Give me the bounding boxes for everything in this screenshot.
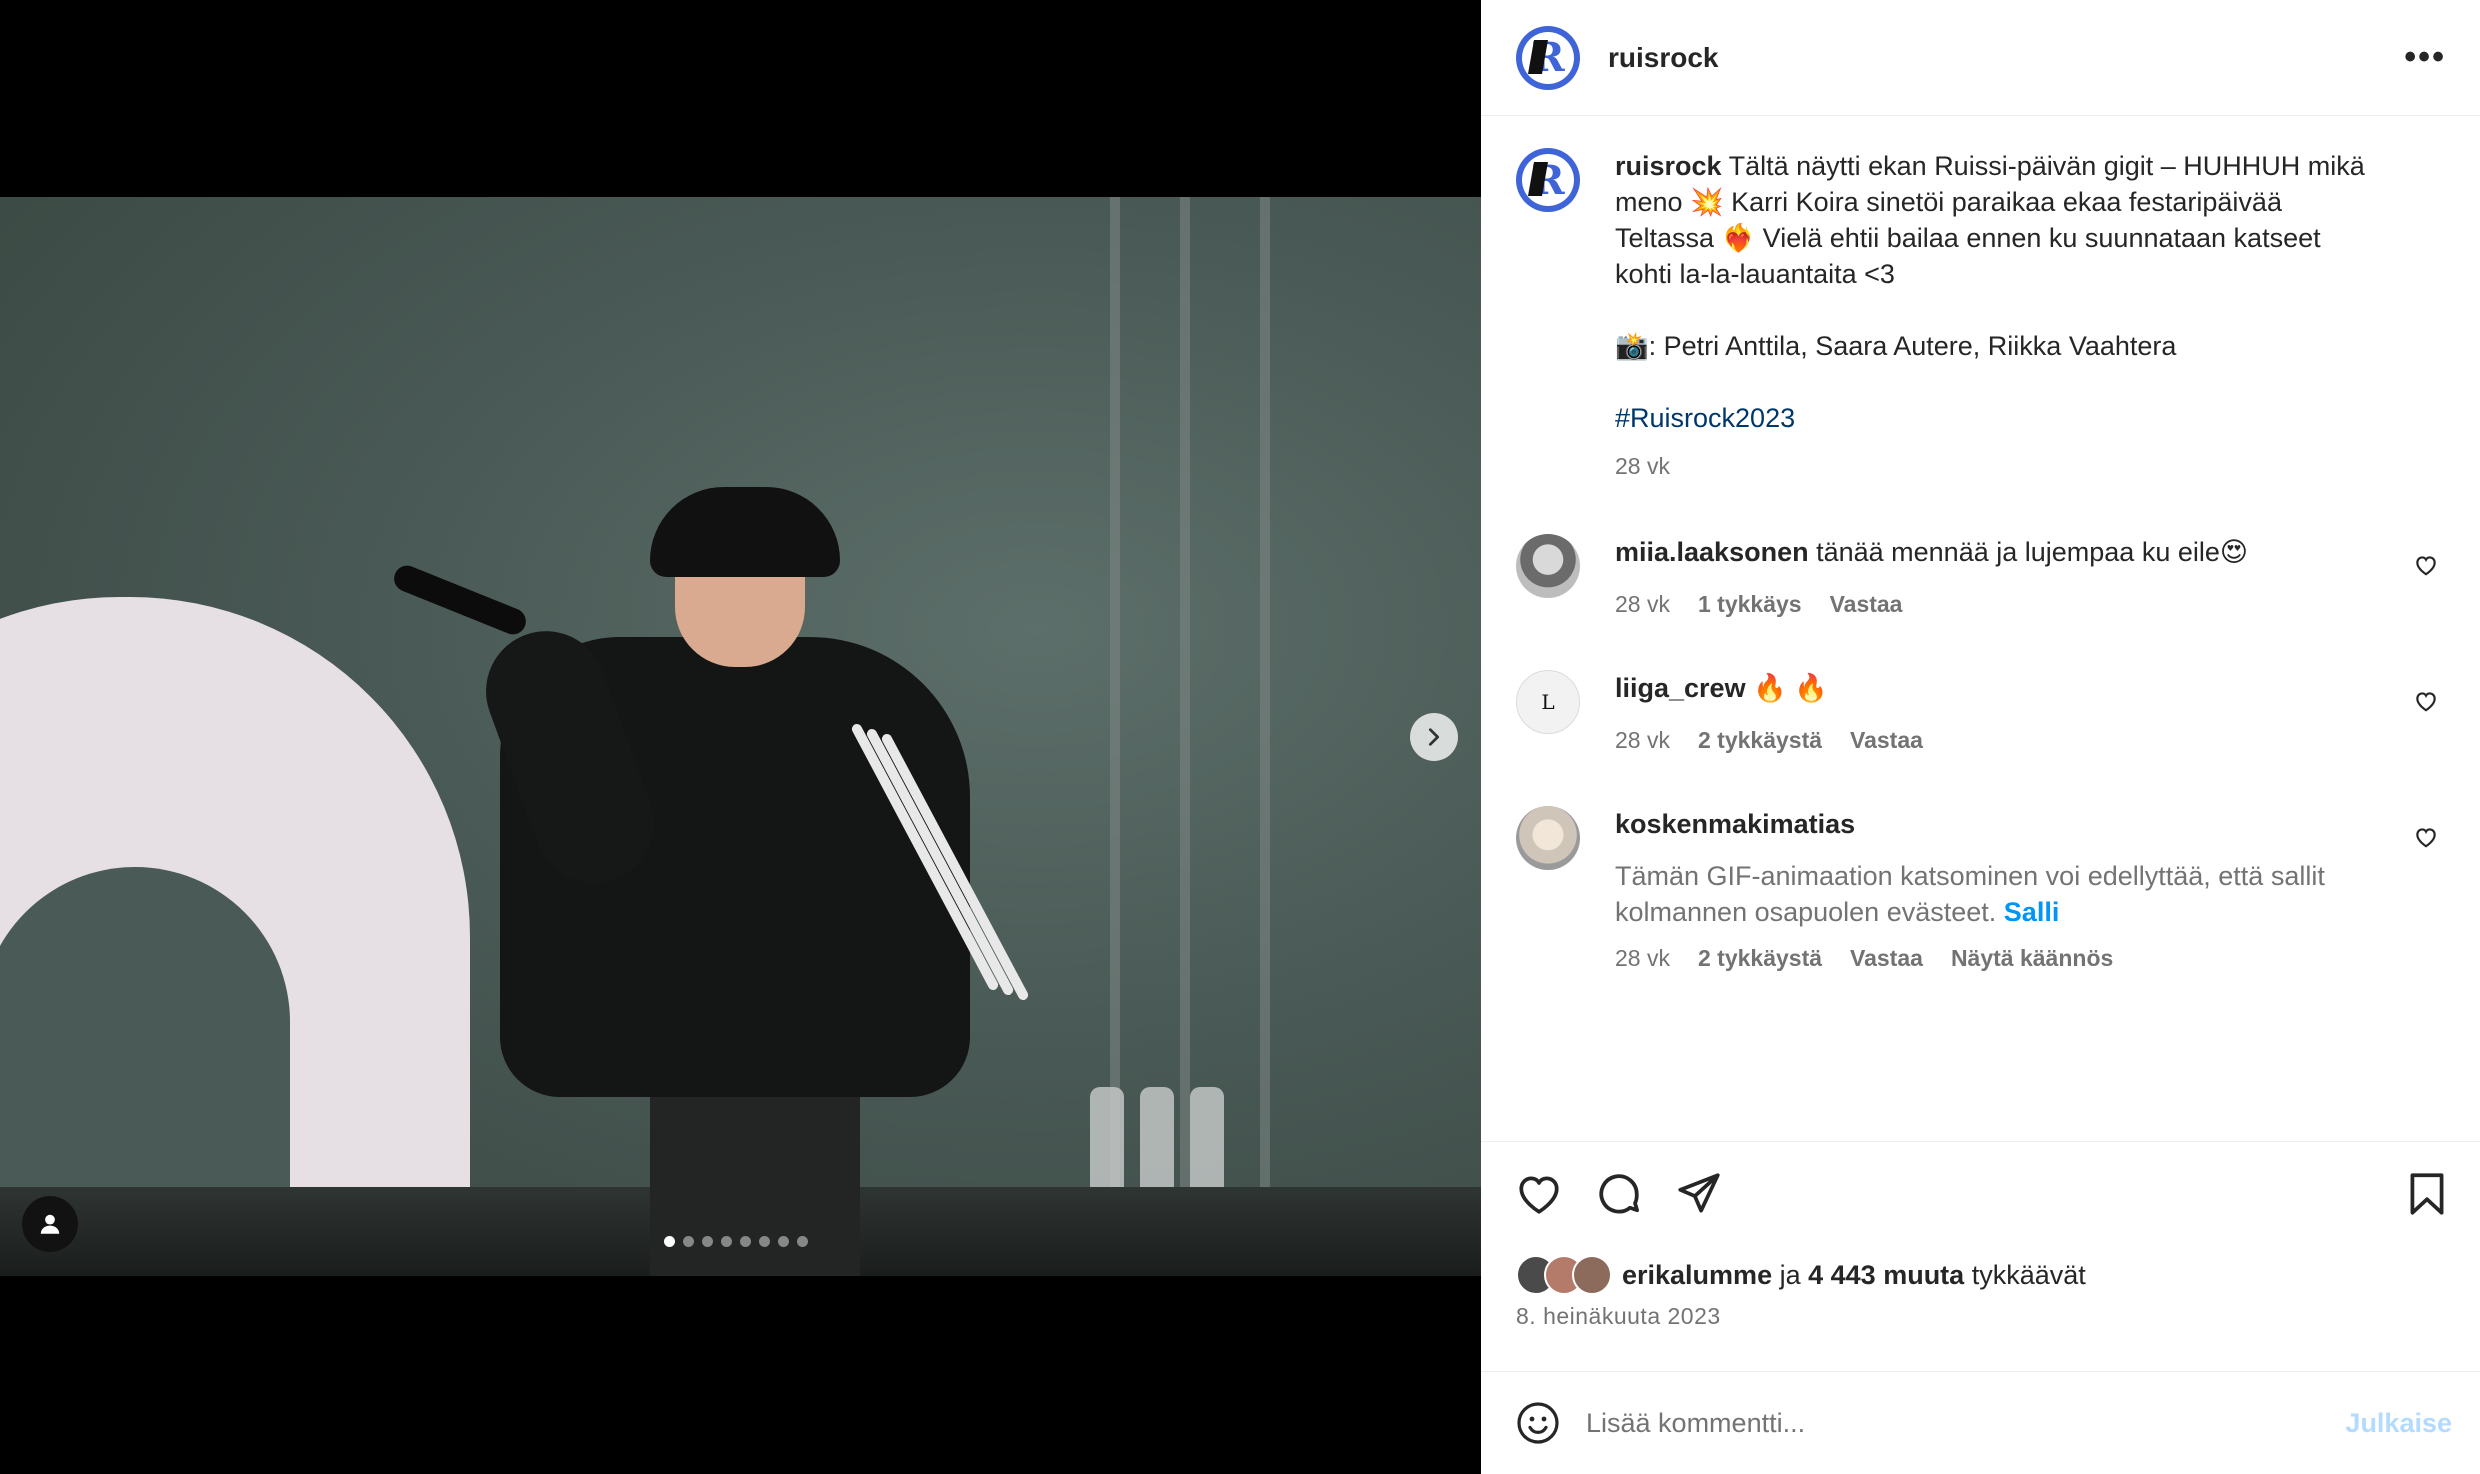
comment: koskenmakimatias Tämän GIF-animaation ka… (1516, 806, 2445, 976)
caption-text: kohti la-la-lauantaita <3 (1615, 259, 1895, 289)
carousel-dot (759, 1236, 770, 1247)
author-username[interactable]: ruisrock (1608, 42, 2404, 74)
comment-username[interactable]: miia.laaksonen (1615, 537, 1809, 567)
commenter-avatar[interactable] (1516, 806, 1580, 870)
hashtag-link[interactable]: #Ruisrock2023 (1615, 400, 2415, 436)
commenter-avatar[interactable] (1516, 534, 1580, 598)
post-media (0, 0, 1481, 1474)
caption-text: Teltassa ❤️‍🔥 Vielä ehtii bailaa ennen k… (1615, 223, 2321, 253)
likes-suffix: tykkäävät (1964, 1259, 2086, 1290)
publish-button[interactable]: Julkaise (2345, 1408, 2452, 1439)
more-options-icon[interactable]: ••• (2404, 38, 2446, 77)
comment-text: 🔥 🔥 (1745, 673, 1828, 703)
comment-likes[interactable]: 2 tykkäystä (1698, 945, 1822, 971)
emoji-icon[interactable] (1514, 1399, 1562, 1447)
allow-cookies-link[interactable]: Salli (2004, 897, 2060, 927)
likes-summary: erikalumme ja 4 443 muuta tykkäävät (1481, 1245, 2480, 1303)
carousel-dot (664, 1236, 675, 1247)
caption-text: meno 💥 Karri Koira sinetöi paraikaa ekaa… (1615, 187, 2282, 217)
heart-icon[interactable] (2413, 552, 2439, 578)
comments-section[interactable]: R ruisrock Tältä näytti ekan Ruissi-päiv… (1481, 116, 2480, 1141)
caption-username[interactable]: ruisrock (1615, 151, 1722, 181)
comment-username[interactable]: koskenmakimatias (1615, 809, 1855, 839)
comment-likes[interactable]: 1 tykkäys (1698, 591, 1802, 617)
carousel-indicator (664, 1236, 808, 1247)
carousel-dot (797, 1236, 808, 1247)
author-avatar[interactable]: R (1516, 25, 1580, 90)
chevron-right-icon (1428, 728, 1440, 746)
post-sidebar: R ruisrock ••• R ruisrock Tältä näytti e… (1481, 0, 2480, 1474)
comment-timestamp: 28 vk (1615, 727, 1670, 753)
likes-count[interactable]: 4 443 muuta (1808, 1260, 1964, 1291)
carousel-dot (778, 1236, 789, 1247)
tagged-users-button[interactable] (22, 1196, 78, 1252)
carousel-dot (702, 1236, 713, 1247)
carousel-dot (721, 1236, 732, 1247)
comment-input[interactable] (1586, 1407, 2346, 1439)
carousel-dot (683, 1236, 694, 1247)
photo-credits: 📸: Petri Anttila, Saara Autere, Riikka V… (1615, 331, 2177, 361)
liker-avatars[interactable] (1516, 1255, 1612, 1295)
gif-notice: Tämän GIF-animaation katsominen voi edel… (1615, 861, 2325, 891)
heart-icon[interactable] (1514, 1169, 1564, 1219)
comment-icon[interactable] (1594, 1169, 1644, 1219)
post-photo (0, 197, 1481, 1276)
translate-button[interactable]: Näytä käännös (1951, 945, 2113, 971)
reply-button[interactable]: Vastaa (1850, 945, 1923, 971)
caption-text: Tältä näytti ekan Ruissi-päivän gigit – … (1721, 151, 2365, 181)
post-header: R ruisrock ••• (1481, 0, 2480, 116)
user-tag-icon (40, 1214, 60, 1234)
reply-button[interactable]: Vastaa (1830, 591, 1903, 617)
comment: L liiga_crew 🔥 🔥 28 vk 2 tykkäystä Vastaa (1516, 670, 2445, 758)
post-timestamp: 28 vk (1615, 453, 1670, 479)
next-slide-button[interactable] (1410, 713, 1458, 761)
comment-likes[interactable]: 2 tykkäystä (1698, 727, 1822, 753)
heart-icon[interactable] (2413, 688, 2439, 714)
add-comment-bar: Julkaise (1481, 1371, 2480, 1474)
heart-icon[interactable] (2413, 824, 2439, 850)
likes-connector: ja (1772, 1259, 1809, 1290)
instagram-post-modal: R ruisrock ••• R ruisrock Tältä näytti e… (0, 0, 2480, 1474)
comment-timestamp: 28 vk (1615, 591, 1670, 617)
post-caption: R ruisrock Tältä näytti ekan Ruissi-päiv… (1516, 148, 2445, 484)
reply-button[interactable]: Vastaa (1850, 727, 1923, 753)
share-icon[interactable] (1674, 1169, 1724, 1219)
comment-username[interactable]: liiga_crew (1615, 673, 1746, 703)
bookmark-icon[interactable] (2402, 1169, 2452, 1219)
comment-timestamp: 28 vk (1615, 945, 1670, 971)
author-avatar[interactable]: R (1516, 148, 1580, 212)
comment: miia.laaksonen tänää mennää ja lujempaa … (1516, 534, 2445, 622)
post-actions (1481, 1141, 2480, 1245)
liker-username[interactable]: erikalumme (1622, 1260, 1772, 1291)
carousel-dot (740, 1236, 751, 1247)
gif-notice: kolmannen osapuolen evästeet. (1615, 897, 1997, 927)
post-date: 8. heinäkuuta 2023 (1516, 1303, 1721, 1329)
commenter-avatar[interactable]: L (1516, 670, 1580, 734)
comment-text: tänää mennää ja lujempaa ku eile😍 (1808, 537, 2249, 567)
